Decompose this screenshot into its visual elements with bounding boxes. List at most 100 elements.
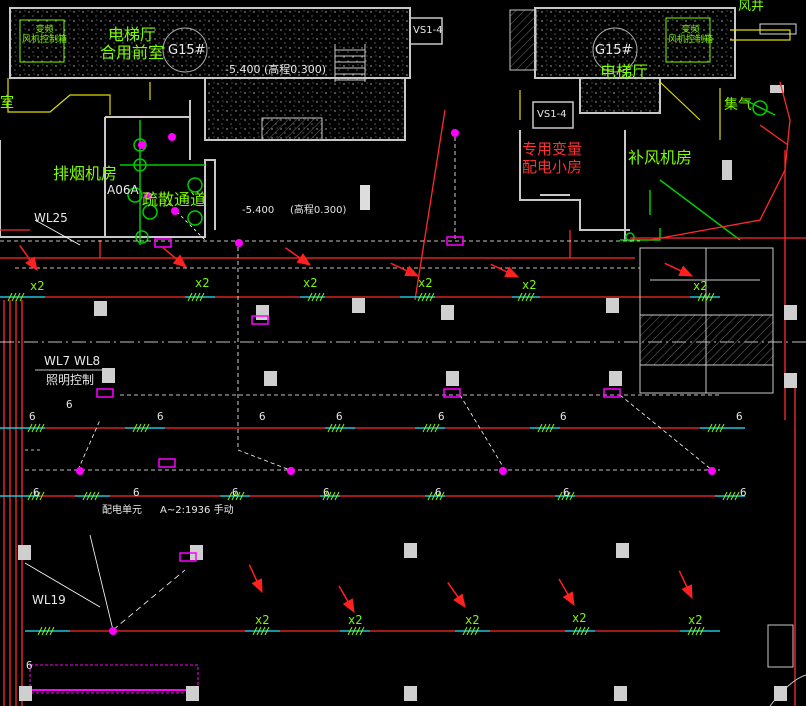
device-point xyxy=(287,467,295,475)
label-wind-top: 风井 xyxy=(738,0,765,14)
conduit-ticks xyxy=(7,292,740,636)
conduit-rows xyxy=(0,130,806,706)
multiplier-x2: x2 xyxy=(688,613,703,627)
arrow-head xyxy=(453,593,466,609)
count-label: 6 xyxy=(259,410,266,423)
label-level-mid: -5.400 xyxy=(242,205,275,216)
label-a06a: A06A xyxy=(107,183,139,197)
arrow-head xyxy=(678,265,694,277)
label-wl25: WL25 xyxy=(34,211,68,225)
label-evacuation-passage: 疏散通道 xyxy=(142,190,207,209)
arrow xyxy=(338,585,355,614)
column xyxy=(18,545,31,560)
count-label: 6 xyxy=(66,398,73,411)
column xyxy=(606,298,619,313)
multiplier-x2: x2 xyxy=(465,613,480,627)
device-point xyxy=(109,627,117,635)
multiplier-x2: x2 xyxy=(348,613,363,627)
device-point xyxy=(708,467,716,475)
label-elevator-hall: 电梯厅 xyxy=(600,62,649,81)
column xyxy=(441,305,454,320)
count-label: 6 xyxy=(438,410,445,423)
count-label: 6 xyxy=(157,410,164,423)
multiplier-x2: x2 xyxy=(30,279,45,293)
column xyxy=(404,686,417,701)
column xyxy=(784,305,797,320)
arrow xyxy=(248,564,263,594)
arrow xyxy=(490,263,520,278)
multiplier-x2: x2 xyxy=(303,276,318,290)
arrow-head xyxy=(504,266,520,278)
label-elevator-hall-front: 电梯厅 合用前室 xyxy=(100,25,165,63)
label-left-box: 变频 风机控制箱 xyxy=(22,25,68,45)
label-g15-right: G15# xyxy=(595,43,633,58)
column xyxy=(446,371,459,386)
count-label: 6 xyxy=(26,659,33,672)
device-box xyxy=(158,458,176,468)
column xyxy=(404,543,417,558)
stair-hatch xyxy=(261,117,323,141)
column xyxy=(614,686,627,701)
arrow-head xyxy=(251,578,263,594)
arrow-head xyxy=(681,584,693,600)
count-label: 6 xyxy=(560,410,567,423)
label-make-up-air-room: 补风机房 xyxy=(628,148,693,167)
multiplier-x2: x2 xyxy=(195,276,210,290)
column xyxy=(102,368,115,383)
multiplier-x2: x2 xyxy=(572,611,587,625)
count-label: 6 xyxy=(232,486,239,499)
count-label: 6 xyxy=(736,410,743,423)
label-vs1-left: VS1-4 xyxy=(413,25,443,36)
label-a-note: A~2:1936 手动 xyxy=(160,505,234,516)
label-elevation-mid: (高程0.300) xyxy=(290,205,347,216)
label-smoke-exhaust-room: 排烟机房 xyxy=(53,164,118,183)
count-label: 6 xyxy=(133,486,140,499)
multiplier-x2: x2 xyxy=(522,278,537,292)
column xyxy=(352,298,365,313)
device-point xyxy=(138,141,146,149)
device-box xyxy=(154,238,172,248)
arrow xyxy=(390,262,420,277)
device-box xyxy=(603,388,621,398)
room-elevator-right-lower xyxy=(579,77,661,114)
fire-conduits xyxy=(0,81,806,706)
arrow xyxy=(558,578,575,607)
label-g15-left: G15# xyxy=(168,43,206,58)
label-lighting-control: 照明控制 xyxy=(46,373,95,387)
column xyxy=(774,686,787,701)
label-level-left: -5.400 (高程0.300) xyxy=(225,63,327,76)
arrow-head xyxy=(562,591,575,607)
arrow-head xyxy=(296,253,312,266)
label-wl7-wl8: WL7 WL8 xyxy=(44,354,101,368)
label-room-left-edge: 室 xyxy=(0,95,14,111)
column xyxy=(264,371,277,386)
device-box xyxy=(443,388,461,398)
arrow xyxy=(284,247,312,266)
cad-drawing-canvas xyxy=(0,7,806,706)
multiplier-x2: x2 xyxy=(693,279,708,293)
multiplier-x2: x2 xyxy=(255,613,270,627)
arrow xyxy=(447,581,466,609)
device-point xyxy=(451,129,459,137)
count-label: 6 xyxy=(435,486,442,499)
column xyxy=(784,373,797,388)
label-collect-well: 集气 xyxy=(724,97,752,113)
device-point xyxy=(235,239,243,247)
device-box xyxy=(96,388,114,398)
column xyxy=(609,371,622,386)
column xyxy=(616,543,629,558)
column xyxy=(94,301,107,316)
count-label: 6 xyxy=(33,486,40,499)
shaft-hatch xyxy=(509,9,537,71)
multiplier-x2: x2 xyxy=(418,276,433,290)
count-label: 6 xyxy=(29,410,36,423)
arrow xyxy=(664,262,694,277)
arrow xyxy=(678,570,693,600)
label-distribution-note: 配电单元 xyxy=(102,505,142,516)
label-special-distribution: 专用变量 配电小房 xyxy=(522,140,583,176)
count-label: 6 xyxy=(563,486,570,499)
count-label: 6 xyxy=(336,410,343,423)
column xyxy=(256,305,269,320)
count-label: 6 xyxy=(740,486,747,499)
label-right-box: 变频 风机控制箱 xyxy=(668,25,714,45)
